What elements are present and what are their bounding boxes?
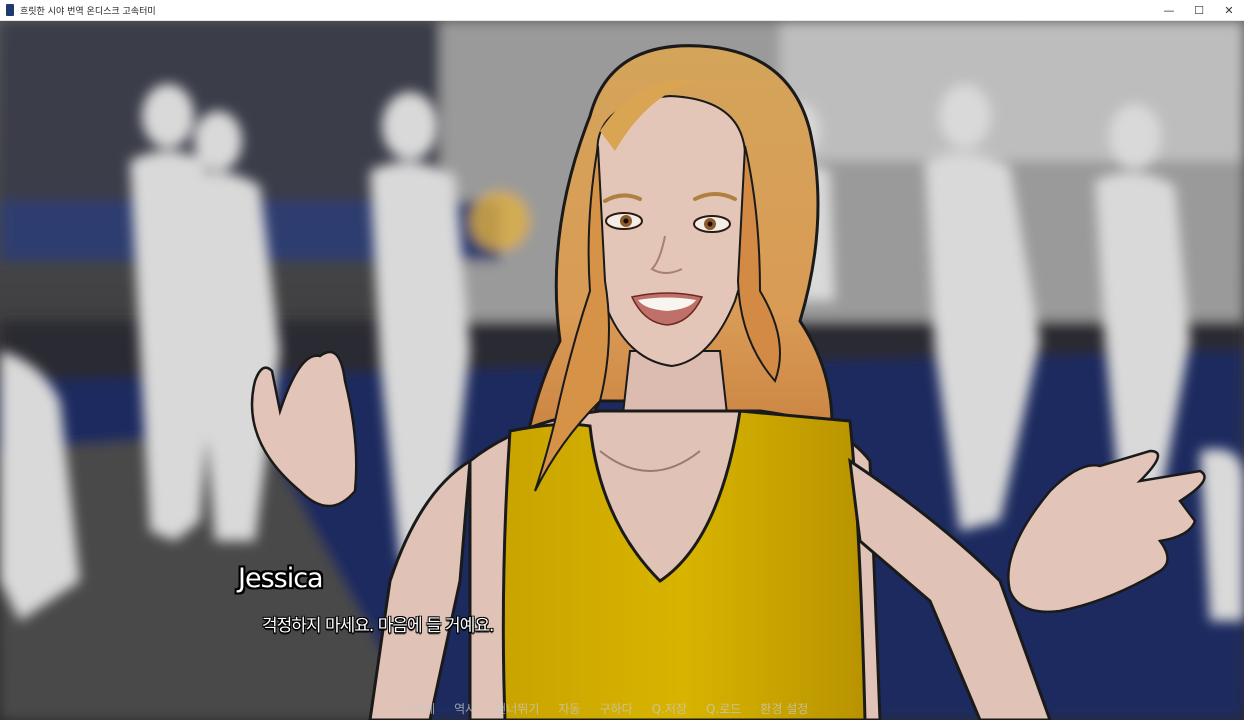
quick-menu-skip[interactable]: 건너뛰기 (495, 700, 539, 718)
dialogue-text: 걱정하지 마세요. 마음에 들 거예요. (262, 616, 494, 636)
minimize-button[interactable]: — (1154, 0, 1184, 20)
quick-menu-quick-load[interactable]: Q.로드 (706, 700, 741, 718)
window-title: 흐릿한 시야 번역 온디스크 고속터미 (20, 6, 156, 17)
title-bar: 흐릿한 시야 번역 온디스크 고속터미 — ☐ ✕ (0, 0, 1244, 21)
quick-menu-preferences[interactable]: 환경 설정 (760, 700, 808, 718)
quick-menu-save[interactable]: 구하다 (599, 700, 632, 718)
game-scene[interactable]: Jessica 걱정하지 마세요. 마음에 들 거예요. (0, 21, 1244, 720)
maximize-button[interactable]: ☐ (1184, 0, 1214, 20)
quick-menu-auto[interactable]: 자동 (558, 700, 580, 718)
app-icon (6, 4, 14, 16)
scene-illustration (0, 21, 1244, 720)
close-button[interactable]: ✕ (1214, 0, 1244, 20)
game-window: 흐릿한 시야 번역 온디스크 고속터미 — ☐ ✕ Jessica 걱정하지 마… (0, 0, 1244, 720)
speaker-name: Jessica (238, 563, 324, 594)
quick-menu-back[interactable]: 뒤쪽에 (402, 700, 435, 718)
quick-menu: 뒤쪽에 역사 건너뛰기 자동 구하다 Q.저장 Q.로드 환경 설정 (402, 700, 827, 718)
quick-menu-quick-save[interactable]: Q.저장 (652, 700, 687, 718)
quick-menu-history[interactable]: 역사 (454, 700, 476, 718)
